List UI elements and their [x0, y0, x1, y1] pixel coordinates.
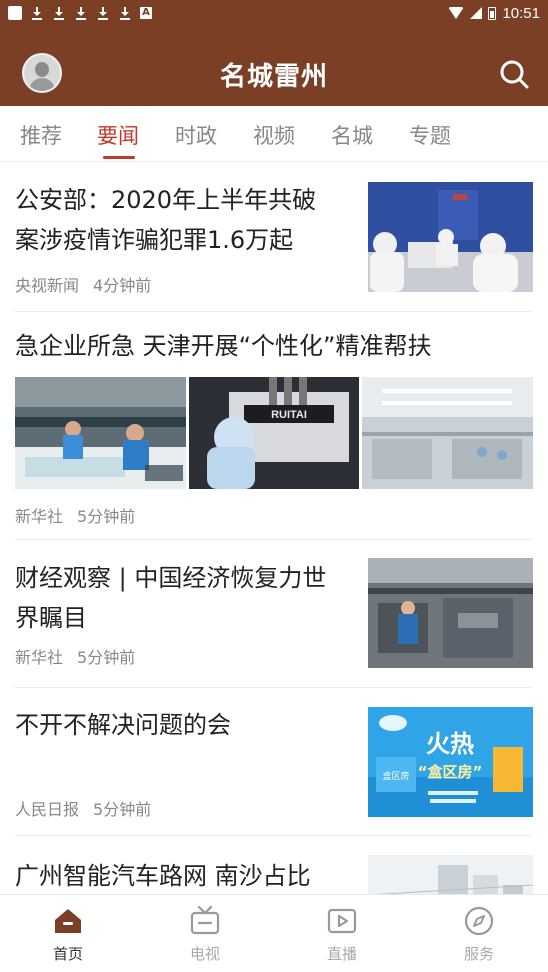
- news-meta: 新华社 5分钟前: [15, 503, 135, 527]
- news-source: 新华社: [15, 648, 64, 667]
- news-meta: 新华社 5分钟前: [15, 644, 360, 668]
- news-thumbnail[interactable]: [368, 558, 533, 668]
- battery-icon: [488, 6, 497, 20]
- divider: [15, 835, 533, 836]
- tab-recommend[interactable]: 推荐: [20, 120, 62, 150]
- news-meta: 人民日报 5分钟前: [15, 796, 151, 820]
- news-item[interactable]: 急企业所急 天津开展“个性化”精准帮扶: [15, 326, 533, 366]
- news-time: 4分钟前: [93, 276, 152, 295]
- poster-headline-text: 火热: [426, 730, 474, 758]
- news-thumbnail[interactable]: RUITAI: [189, 377, 359, 489]
- news-source: 人民日报: [15, 800, 80, 819]
- news-time: 5分钟前: [77, 507, 136, 526]
- poster-subtitle-text: “盒区房”: [418, 763, 483, 781]
- download-icon: [118, 6, 132, 20]
- news-source: 央视新闻: [15, 276, 80, 295]
- tab-special[interactable]: 专题: [409, 120, 451, 150]
- news-item[interactable]: 财经观察 | 中国经济恢复力世 界瞩目 新华社 5分钟前: [15, 558, 360, 668]
- app-notification-icon: [8, 6, 22, 20]
- news-title: 公安部：2020年上半年共破 案涉疫情诈骗犯罪1.6万起: [15, 186, 317, 254]
- signal-icon: [470, 7, 483, 19]
- news-thumbnail[interactable]: 盒区房 火热 “盒区房”: [368, 707, 533, 817]
- news-item[interactable]: 不开不解决问题的会: [15, 705, 360, 745]
- news-thumbnail[interactable]: [368, 182, 533, 292]
- tab-headlines[interactable]: 要闻: [97, 120, 139, 150]
- notification-icons: A: [8, 6, 152, 20]
- app-title: 名城雷州: [219, 62, 328, 92]
- status-time: 10:51: [502, 4, 540, 22]
- download-icon: [74, 6, 88, 20]
- download-icon: [52, 6, 66, 20]
- active-tab-indicator: [103, 156, 135, 159]
- news-source: 新华社: [15, 507, 64, 526]
- tabbar-tv[interactable]: 电视: [165, 905, 245, 964]
- download-icon: [96, 6, 110, 20]
- divider: [15, 311, 533, 312]
- tabbar-home[interactable]: 首页: [28, 905, 108, 964]
- tv-icon: [190, 905, 220, 935]
- status-bar: A 10:51: [0, 0, 548, 26]
- wifi-icon: [448, 7, 465, 19]
- tabbar-tv-label: 电视: [189, 945, 220, 963]
- tab-famous-city[interactable]: 名城: [331, 120, 373, 150]
- tabbar-services-label: 服务: [463, 945, 494, 963]
- news-thumbnail[interactable]: [362, 377, 533, 489]
- machine-brand-label: RUITAI: [271, 409, 307, 421]
- news-item[interactable]: 广州智能汽车路网 南沙占比: [15, 856, 360, 894]
- news-meta: 央视新闻 4分钟前: [15, 272, 360, 296]
- divider: [15, 539, 533, 540]
- font-a-icon: A: [140, 7, 152, 19]
- tabbar-home-label: 首页: [52, 945, 83, 963]
- tabbar-services[interactable]: 服务: [439, 905, 519, 964]
- news-title: 广州智能汽车路网 南沙占比: [15, 862, 311, 890]
- tab-politics[interactable]: 时政: [175, 120, 217, 150]
- search-icon[interactable]: [498, 58, 530, 90]
- news-time: 5分钟前: [93, 800, 152, 819]
- divider: [15, 687, 533, 688]
- news-time: 5分钟前: [77, 648, 136, 667]
- tabbar-live-label: 直播: [326, 945, 357, 963]
- news-item[interactable]: 公安部：2020年上半年共破 案涉疫情诈骗犯罪1.6万起 央视新闻 4分钟前: [15, 180, 360, 296]
- tabbar-live[interactable]: 直播: [302, 905, 382, 964]
- poster-badge-text: 盒区房: [382, 770, 409, 782]
- tab-video[interactable]: 视频: [253, 120, 295, 150]
- app-header: 名城雷州: [0, 26, 548, 106]
- news-thumbnail[interactable]: [368, 855, 533, 894]
- compass-icon: [464, 906, 494, 936]
- news-title: 急企业所急 天津开展“个性化”精准帮扶: [15, 332, 432, 360]
- download-icon: [30, 6, 44, 20]
- live-icon: [327, 908, 357, 934]
- news-title: 财经观察 | 中国经济恢复力世 界瞩目: [15, 564, 327, 632]
- home-icon: [55, 909, 81, 933]
- category-tabs: 推荐 要闻 时政 视频 名城 专题: [0, 106, 548, 162]
- news-feed[interactable]: 公安部：2020年上半年共破 案涉疫情诈骗犯罪1.6万起 央视新闻 4分钟前 急企…: [0, 163, 548, 894]
- news-thumbnail[interactable]: [15, 377, 186, 489]
- news-title: 不开不解决问题的会: [15, 711, 231, 739]
- bottom-tab-bar: 首页 电视 直播 服务: [0, 894, 548, 972]
